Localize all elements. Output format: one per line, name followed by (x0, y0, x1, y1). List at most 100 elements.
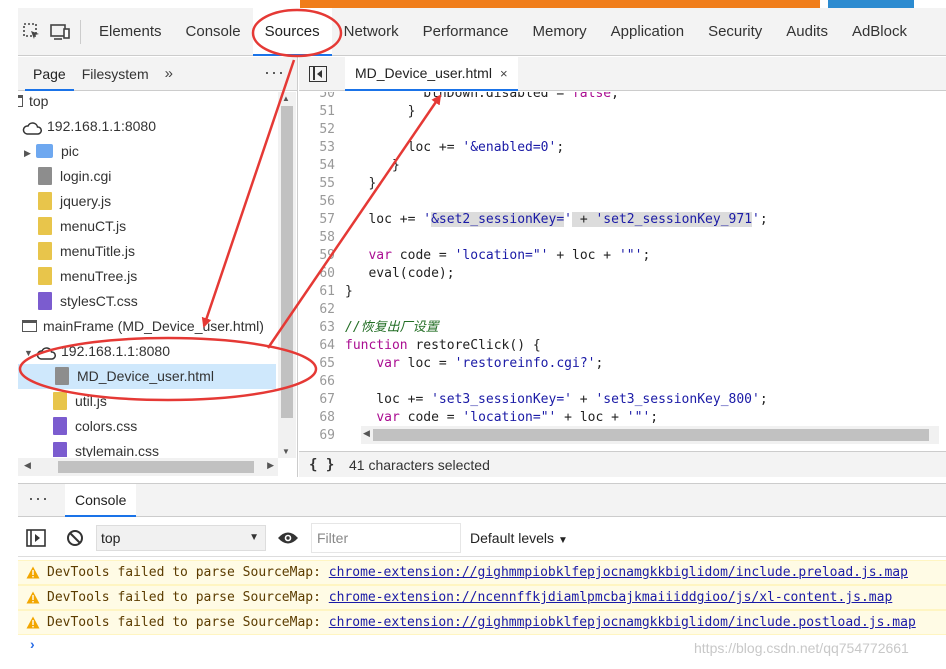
code-line[interactable]: 55 } (299, 175, 376, 193)
line-number[interactable]: 63 (299, 319, 345, 337)
more-tabs-button[interactable]: » (157, 65, 181, 82)
scroll-right-arrow-icon[interactable]: ▶ (267, 460, 274, 471)
code-line[interactable]: 66 (299, 373, 345, 391)
scrollbar-thumb[interactable] (281, 106, 293, 418)
pretty-print-button[interactable]: { } (309, 452, 334, 478)
tree-item-file[interactable]: menuCT.js (38, 214, 296, 239)
code-area[interactable]: 50 btnDown.disabled = false; 51 } 52 53 loc… (299, 92, 946, 444)
tree-item-folder-pic[interactable]: ▶ pic (24, 139, 282, 164)
line-number[interactable]: 65 (299, 355, 345, 373)
code-line[interactable]: 58 (299, 229, 345, 247)
toggle-navigator-icon[interactable] (309, 66, 327, 82)
code-line[interactable]: 56 (299, 193, 345, 211)
code-line[interactable]: 54 } (299, 157, 399, 175)
tree-item-file[interactable]: stylesCT.css (38, 289, 296, 314)
editor-file-tab[interactable]: MD_Device_user.html × (345, 57, 518, 91)
console-prompt-icon[interactable]: › (30, 636, 35, 652)
code-line[interactable]: 59 var code = 'location="' + loc + '"'; (299, 247, 650, 265)
tab-audits[interactable]: Audits (774, 8, 840, 56)
line-number[interactable]: 67 (299, 391, 345, 409)
line-number[interactable]: 50 (299, 92, 345, 103)
collapse-arrow-icon[interactable]: ▼ (24, 341, 36, 366)
tree-item-file[interactable]: stylemain.css (53, 439, 297, 457)
line-number[interactable]: 59 (299, 247, 345, 265)
line-number[interactable]: 64 (299, 337, 345, 355)
line-number[interactable]: 54 (299, 157, 345, 175)
line-number[interactable]: 61 (299, 283, 345, 301)
tree-item-file[interactable]: login.cgi (38, 164, 296, 189)
code-line[interactable]: 69 (299, 427, 345, 444)
tree-item-top[interactable]: top (18, 91, 276, 114)
line-number[interactable]: 62 (299, 301, 345, 319)
tree-item-file[interactable]: jquery.js (38, 189, 296, 214)
tab-console[interactable]: Console (174, 8, 253, 56)
expand-arrow-icon[interactable]: ▶ (24, 141, 36, 166)
code-line[interactable]: 61} (299, 283, 352, 301)
navigator-vertical-scrollbar[interactable]: ▲ ▼ (278, 92, 296, 458)
tree-item-file-selected[interactable]: MD_Device_user.html (18, 364, 276, 389)
tab-console-drawer[interactable]: Console (65, 484, 137, 517)
line-number[interactable]: 55 (299, 175, 345, 193)
code-line[interactable]: 52 (299, 121, 345, 139)
editor-horizontal-scrollbar[interactable]: ◀ (361, 426, 939, 444)
inspect-element-icon[interactable] (18, 8, 46, 56)
line-number[interactable]: 68 (299, 409, 345, 427)
line-number[interactable]: 52 (299, 121, 345, 139)
tree-item-file[interactable]: menuTree.js (38, 264, 296, 289)
code-line[interactable]: 67 loc += 'set3_sessionKey=' + 'set3_ses… (299, 391, 767, 409)
line-number[interactable]: 56 (299, 193, 345, 211)
code-line[interactable]: 57 loc += '&set2_sessionKey=' + 'set2_se… (299, 211, 768, 229)
line-number[interactable]: 53 (299, 139, 345, 157)
tab-elements[interactable]: Elements (87, 8, 174, 56)
drawer-menu-button[interactable]: ··· (28, 484, 49, 512)
tree-item-file[interactable]: menuTitle.js (38, 239, 296, 264)
tree-item-domain[interactable]: 192.168.1.1:8080 (22, 114, 280, 139)
code-line[interactable]: 53 loc += '&enabled=0'; (299, 139, 564, 157)
tab-network[interactable]: Network (332, 8, 411, 56)
scroll-down-arrow-icon[interactable]: ▼ (282, 447, 290, 456)
console-filter-input[interactable]: Filter (311, 523, 461, 553)
navigator-menu-button[interactable]: ··· (264, 57, 285, 87)
code-line[interactable]: 63//恢复出厂设置 (299, 319, 438, 337)
log-levels-dropdown[interactable]: Default levels ▼ (470, 519, 568, 560)
line-number[interactable]: 69 (299, 427, 345, 444)
sourcemap-link[interactable]: chrome-extension://gighmmpiobklfepjocnam… (329, 565, 908, 580)
context-selector[interactable]: top ▼ (96, 525, 266, 551)
tree-item-domain[interactable]: ▼ 192.168.1.1:8080 (24, 339, 282, 364)
line-number[interactable]: 51 (299, 103, 345, 121)
line-number[interactable]: 57 (299, 211, 345, 229)
tree-item-file[interactable]: util.js (53, 389, 297, 414)
code-line[interactable]: 64 function restoreClick() { (299, 337, 540, 355)
close-tab-icon[interactable]: × (500, 66, 508, 81)
tab-memory[interactable]: Memory (521, 8, 599, 56)
sourcemap-link[interactable]: chrome-extension://gighmmpiobklfepjocnam… (329, 615, 916, 630)
tree-item-file[interactable]: colors.css (53, 414, 297, 439)
navigator-horizontal-scrollbar[interactable]: ◀ ▶ (18, 458, 278, 476)
tab-sources[interactable]: Sources (252, 7, 332, 56)
show-sidebar-icon[interactable] (26, 529, 46, 547)
line-number[interactable]: 60 (299, 265, 345, 283)
code-line[interactable]: 62 (299, 301, 345, 319)
line-number[interactable]: 58 (299, 229, 345, 247)
device-toolbar-icon[interactable] (46, 8, 74, 56)
clear-console-icon[interactable] (66, 529, 84, 547)
scroll-left-arrow-icon[interactable]: ◀ (363, 428, 370, 439)
line-number[interactable]: 66 (299, 373, 345, 391)
tab-adblock[interactable]: AdBlock (840, 8, 919, 56)
tab-filesystem[interactable]: Filesystem (74, 57, 157, 91)
scroll-left-arrow-icon[interactable]: ◀ (24, 460, 31, 471)
code-line[interactable]: 51 } (299, 103, 415, 121)
scrollbar-thumb[interactable] (373, 429, 929, 441)
code-line[interactable]: 68 var code = 'location="' + loc + '"'; (299, 409, 658, 427)
scrollbar-thumb[interactable] (58, 461, 254, 473)
code-line[interactable]: 60 eval(code); (299, 265, 454, 283)
code-line[interactable]: 50 btnDown.disabled = false; (299, 92, 619, 103)
tree-item-frame[interactable]: mainFrame (MD_Device_user.html) (22, 314, 280, 339)
tab-application[interactable]: Application (599, 8, 696, 56)
sourcemap-link[interactable]: chrome-extension://ncennffkjdiamlpmcbajk… (329, 590, 893, 605)
live-expression-eye-icon[interactable] (277, 531, 299, 545)
tab-performance[interactable]: Performance (411, 8, 521, 56)
code-line[interactable]: 65 var loc = 'restoreinfo.cgi?'; (299, 355, 603, 373)
tab-page[interactable]: Page (25, 57, 74, 91)
tab-security[interactable]: Security (696, 8, 774, 56)
